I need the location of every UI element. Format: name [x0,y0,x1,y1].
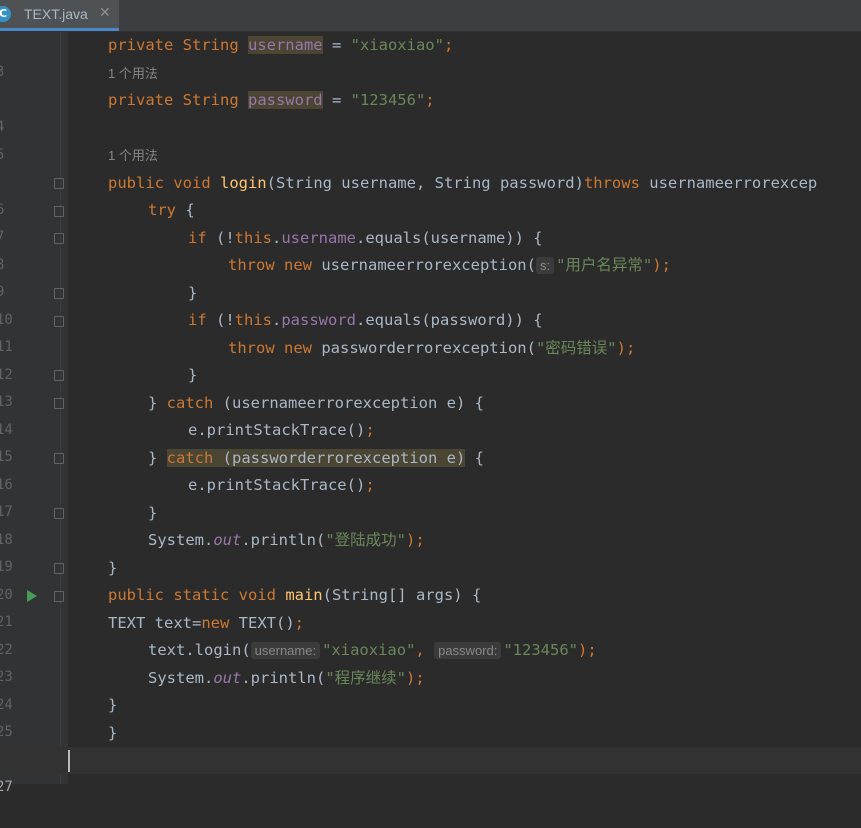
code-line: 10 } [0,280,861,328]
code-line: 13 } [0,362,861,410]
code-line: 21 public static void main(String[] args… [0,582,861,630]
fold-marker-icon[interactable] [54,370,64,381]
code-line: 14 } catch (usernameerrorexception e) { [0,390,861,438]
fold-marker-icon[interactable] [54,178,64,189]
code-line: 23 text.login(username: "xiaoxiao", passw… [0,637,861,685]
line-number: 3 [0,64,5,80]
code-line: 3 private String username = "xiaoxiao"; [0,32,861,80]
code-line: 15 e.printStackTrace(); [0,417,861,465]
field-password: password [247,91,323,109]
usage-hint[interactable]: 1 个用法 [108,145,158,167]
editor-tab-bar: C TEXT.java ✕ [0,0,861,32]
code-line: 6 public void login(String username, Str… [0,170,861,218]
code-line: 24 System.out.println("程序继续"); [0,665,861,713]
code-line: 18 } [0,500,861,548]
fold-marker-icon[interactable] [54,453,64,464]
code-line: 22 TEXT text=new TEXT(); [0,610,861,658]
code-line: 17 e.printStackTrace(); [0,472,861,520]
code-line: 25 } [0,692,861,740]
code-line: 9 throw new usernameerrorexception(s: "用户… [0,252,861,300]
parameter-hint: username: [250,642,321,659]
code-line: 16 } catch (passworderrorexception e) { [0,445,861,493]
code-line: 12 throw new passworderrorexception("密码错… [0,335,861,383]
code-line: 5 [0,115,861,163]
code-line: 7 try { [0,197,861,245]
line-number: 27 [0,779,13,795]
code-line: 11 if (!this.password.equals(password)) … [0,307,861,355]
parameter-hint: s: [535,257,555,274]
close-icon[interactable]: ✕ [99,5,111,21]
fold-marker-icon[interactable] [54,398,64,409]
code-line: 19 System.out.println("登陆成功"); [0,527,861,575]
fold-marker-icon[interactable] [54,288,64,299]
tab-text-java[interactable]: C TEXT.java ✕ [0,0,119,31]
fold-marker-icon[interactable] [54,316,64,327]
parameter-hint: password: [434,642,502,659]
tab-label: TEXT.java [24,6,88,22]
usage-hint[interactable]: 1 个用法 [108,63,158,85]
fold-marker-icon[interactable] [54,233,64,244]
code-line: 20 } [0,555,861,603]
class-c-icon: C [0,6,11,22]
fold-marker-icon[interactable] [54,563,64,574]
fold-marker-icon[interactable] [54,508,64,519]
text-caret [68,750,70,772]
fold-marker-icon[interactable] [54,591,64,602]
current-line: 27 [0,747,861,795]
line-number: 5 [0,147,5,163]
fold-marker-icon[interactable] [54,206,64,217]
field-username: username [247,36,323,54]
run-icon[interactable] [27,590,37,602]
code-line: 4 private String password = "123456"; [0,87,861,135]
code-line: 8 if (!this.username.equals(username)) { [0,225,861,273]
code-line: 26 } [0,720,861,768]
